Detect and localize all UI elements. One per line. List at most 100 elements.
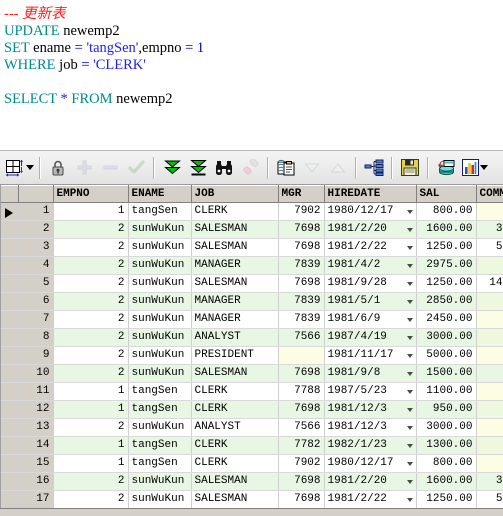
cell-job[interactable]: SALESMAN — [191, 364, 279, 383]
table-row[interactable]: 141tangSenCLERK77821982/1/231300.0010 — [1, 436, 503, 455]
chevron-down-icon[interactable] — [25, 165, 34, 170]
date-picker-chevron-down-icon[interactable] — [406, 282, 413, 286]
cell-ename[interactable]: sunWuKun — [128, 310, 192, 329]
cell-comm[interactable]: 300.00 — [476, 472, 503, 491]
cell-hiredate[interactable]: 1981/2/22 — [324, 490, 417, 509]
row-selector-cell[interactable] — [1, 418, 19, 437]
cell-empno[interactable]: 2 — [53, 364, 129, 383]
cell-sal[interactable]: 1250.00 — [416, 238, 477, 257]
cell-mgr[interactable]: 7839 — [278, 292, 325, 311]
cell-job[interactable]: ANALYST — [191, 418, 279, 437]
cell-empno[interactable]: 1 — [53, 202, 129, 221]
column-header-sal[interactable]: SAL — [416, 185, 477, 203]
cell-ename[interactable]: sunWuKun — [128, 292, 192, 311]
cell-job[interactable]: CLERK — [191, 436, 279, 455]
cell-job[interactable]: SALESMAN — [191, 220, 279, 239]
table-row[interactable]: 42sunWuKunMANAGER78391981/4/22975.0020 — [1, 256, 503, 275]
cell-ename[interactable]: tangSen — [128, 454, 192, 473]
row-selector-cell[interactable] — [1, 382, 19, 401]
date-picker-chevron-down-icon[interactable] — [406, 408, 413, 412]
cell-comm[interactable] — [476, 436, 503, 455]
cell-job[interactable]: MANAGER — [191, 292, 279, 311]
cell-empno[interactable]: 2 — [53, 328, 129, 347]
cell-ename[interactable]: tangSen — [128, 400, 192, 419]
cell-hiredate[interactable]: 1987/5/23 — [324, 382, 417, 401]
date-picker-chevron-down-icon[interactable] — [406, 372, 413, 376]
table-row[interactable]: 11tangSenCLERK79021980/12/17800.0020 — [1, 202, 503, 221]
cell-ename[interactable]: sunWuKun — [128, 490, 192, 509]
fetch-all-button[interactable] — [185, 154, 211, 181]
date-picker-chevron-down-icon[interactable] — [406, 444, 413, 448]
date-picker-chevron-down-icon[interactable] — [406, 228, 413, 232]
date-picker-chevron-down-icon[interactable] — [406, 354, 413, 358]
column-header-comm[interactable]: COMM — [476, 185, 503, 203]
cell-mgr[interactable]: 7698 — [278, 400, 325, 419]
cell-ename[interactable]: sunWuKun — [128, 328, 192, 347]
cell-sal[interactable]: 3000.00 — [416, 418, 477, 437]
cell-empno[interactable]: 2 — [53, 238, 129, 257]
cell-mgr[interactable]: 7698 — [278, 238, 325, 257]
cell-sal[interactable]: 1600.00 — [416, 220, 477, 239]
cell-mgr[interactable]: 7698 — [278, 490, 325, 509]
cell-ename[interactable]: sunWuKun — [128, 238, 192, 257]
date-picker-chevron-down-icon[interactable] — [406, 210, 413, 214]
cell-sal[interactable]: 1250.00 — [416, 490, 477, 509]
result-data-grid[interactable]: EMPNOENAMEJOBMGRHIREDATESALCOMMDEPTNO 11… — [0, 185, 503, 515]
cell-ename[interactable]: tangSen — [128, 382, 192, 401]
date-picker-chevron-down-icon[interactable] — [406, 246, 413, 250]
cell-comm[interactable] — [476, 292, 503, 311]
cell-comm[interactable]: 500.00 — [476, 238, 503, 257]
date-picker-chevron-down-icon[interactable] — [406, 390, 413, 394]
cell-comm[interactable] — [476, 256, 503, 275]
table-row[interactable]: 16 2 sunWuKun SALESMAN 7698 1981/2/20 1600.00 3… — [1, 472, 503, 491]
cell-comm[interactable] — [476, 202, 503, 221]
cell-hiredate[interactable]: 1987/4/19 — [324, 328, 417, 347]
cell-ename[interactable]: sunWuKun — [128, 472, 192, 491]
cell-empno[interactable]: 1 — [53, 400, 129, 419]
table-row[interactable]: 17 2 sunWuKun SALESMAN 7698 1981/2/22 1250.00 5… — [1, 490, 503, 509]
table-row[interactable]: 132sunWuKunANALYST75661981/12/33000.0020 — [1, 418, 503, 437]
cell-empno[interactable]: 1 — [53, 382, 129, 401]
cell-mgr[interactable]: 7566 — [278, 418, 325, 437]
cell-comm[interactable] — [476, 346, 503, 365]
cell-comm[interactable]: 0.00 — [476, 364, 503, 383]
cell-comm[interactable] — [476, 418, 503, 437]
cell-ename[interactable]: sunWuKun — [128, 364, 192, 383]
column-header-ename[interactable]: ENAME — [128, 185, 192, 203]
cell-hiredate[interactable]: 1980/12/17 — [324, 202, 417, 221]
cell-job[interactable]: PRESIDENT — [191, 346, 279, 365]
row-selector-cell[interactable] — [1, 328, 19, 347]
row-selector-cell[interactable] — [1, 220, 19, 239]
cell-hiredate[interactable]: 1982/1/23 — [324, 436, 417, 455]
cell-mgr[interactable]: 7698 — [278, 472, 325, 491]
chevron-down-icon[interactable] — [480, 165, 488, 170]
cell-comm[interactable]: 1400.00 — [476, 274, 503, 293]
cell-mgr[interactable]: 7839 — [278, 256, 325, 275]
row-selector-cell[interactable] — [1, 436, 19, 455]
find-binoculars-button[interactable] — [211, 154, 237, 181]
cell-hiredate[interactable]: 1981/9/8 — [324, 364, 417, 383]
cell-mgr[interactable]: 7902 — [278, 454, 325, 473]
cell-ename[interactable]: sunWuKun — [128, 346, 192, 365]
cell-hiredate[interactable]: 1981/6/9 — [324, 310, 417, 329]
cell-hiredate[interactable]: 1981/2/20 — [324, 472, 417, 491]
cell-sal[interactable]: 950.00 — [416, 400, 477, 419]
cell-empno[interactable]: 2 — [53, 472, 129, 491]
cell-empno[interactable]: 2 — [53, 292, 129, 311]
grid-layout-button[interactable] — [3, 154, 35, 181]
table-row[interactable]: 72sunWuKunMANAGER78391981/6/92450.0010 — [1, 310, 503, 329]
row-selector-cell[interactable] — [1, 454, 19, 473]
cell-comm[interactable] — [476, 328, 503, 347]
table-row[interactable]: 82sunWuKunANALYST75661987/4/193000.0020 — [1, 328, 503, 347]
date-picker-chevron-down-icon[interactable] — [406, 264, 413, 268]
lock-button[interactable] — [45, 154, 71, 181]
cell-comm[interactable] — [476, 310, 503, 329]
table-row[interactable]: 151tangSenCLERK79021980/12/17800.0020 — [1, 454, 503, 473]
cell-empno[interactable]: 1 — [53, 454, 129, 473]
cell-mgr[interactable] — [278, 346, 325, 365]
table-row[interactable]: 62sunWuKunMANAGER78391981/5/12850.0030 — [1, 292, 503, 311]
cell-comm[interactable]: 300.00 — [476, 220, 503, 239]
date-picker-chevron-down-icon[interactable] — [406, 462, 413, 466]
table-row[interactable]: 121tangSenCLERK76981981/12/3950.0030 — [1, 400, 503, 419]
cell-hiredate[interactable]: 1981/11/17 — [324, 346, 417, 365]
